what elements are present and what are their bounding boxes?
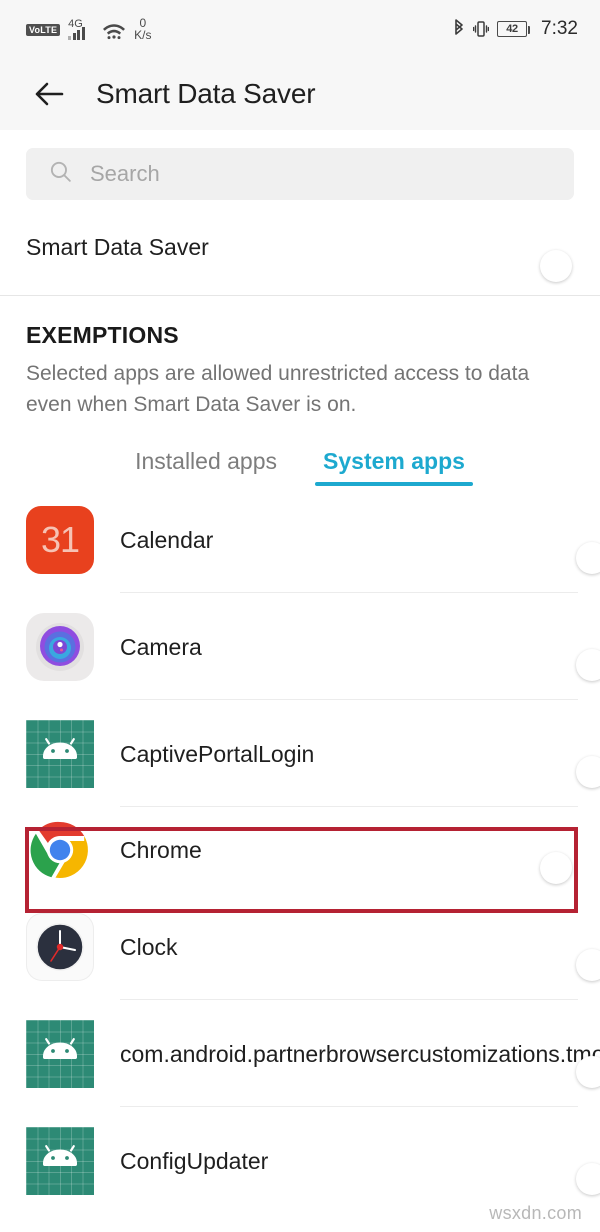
app-name: Chrome bbox=[120, 837, 202, 863]
vibrate-icon bbox=[472, 19, 490, 39]
list-item[interactable]: Camera bbox=[0, 593, 600, 700]
android-default-icon bbox=[26, 1019, 94, 1088]
network-speed-unit: K/s bbox=[134, 28, 152, 42]
search-placeholder: Search bbox=[90, 161, 160, 186]
calendar-icon: 31 bbox=[26, 505, 94, 574]
smart-data-saver-row[interactable]: Smart Data Saver bbox=[0, 200, 600, 296]
app-name: Clock bbox=[120, 933, 178, 960]
app-name: Calendar bbox=[120, 526, 214, 553]
calendar-icon-day: 31 bbox=[26, 505, 94, 574]
tab-system-apps[interactable]: System apps bbox=[315, 448, 473, 486]
list-item[interactable]: CaptivePortalLogin bbox=[0, 700, 600, 807]
network-speed-indicator: 0 K/s bbox=[134, 17, 151, 41]
app-list: 31 Calendar Camera CaptivePortalLogin Ch… bbox=[0, 486, 600, 1214]
page-title: Smart Data Saver bbox=[96, 77, 316, 109]
status-bar-clock: 7:32 bbox=[541, 17, 578, 39]
wifi-icon bbox=[102, 22, 126, 40]
android-default-icon bbox=[26, 1126, 94, 1195]
app-name: CaptivePortalLogin bbox=[120, 740, 315, 767]
back-arrow-icon[interactable] bbox=[28, 73, 70, 115]
exemptions-heading: EXEMPTIONS bbox=[26, 322, 179, 348]
app-source-tabs: Installed apps System apps bbox=[26, 448, 574, 486]
watermark: wsxdn.com bbox=[489, 1203, 582, 1223]
bluetooth-icon bbox=[453, 18, 465, 39]
list-item[interactable]: 31 Calendar bbox=[0, 486, 600, 593]
list-item[interactable]: ConfigUpdater bbox=[0, 1107, 600, 1214]
smart-data-saver-label: Smart Data Saver bbox=[26, 234, 209, 260]
chrome-icon bbox=[26, 816, 94, 884]
search-section: Search bbox=[0, 130, 600, 200]
battery-icon: 42 bbox=[497, 20, 531, 37]
exemptions-section: EXEMPTIONS Selected apps are allowed unr… bbox=[0, 296, 600, 486]
camera-icon bbox=[26, 612, 94, 681]
app-name: ConfigUpdater bbox=[120, 1147, 269, 1174]
battery-level-label: 42 bbox=[506, 22, 518, 35]
app-bar: Smart Data Saver bbox=[0, 57, 600, 130]
content-area: Search Smart Data Saver EXEMPTIONS Selec… bbox=[0, 130, 600, 1214]
status-bar-left: VoLTE 4G 0 K/s bbox=[26, 15, 152, 42]
app-name: Camera bbox=[120, 633, 202, 660]
status-bar: VoLTE 4G 0 K/s 42 7:32 bbox=[0, 0, 600, 57]
signal-bars-icon: 4G bbox=[68, 19, 94, 42]
search-input[interactable]: Search bbox=[26, 148, 574, 200]
exemptions-description: Selected apps are allowed unrestricted a… bbox=[26, 362, 530, 416]
list-item[interactable]: com.android.partnerbrowsercustomizations… bbox=[0, 1000, 600, 1107]
status-bar-right: 42 7:32 bbox=[453, 18, 578, 40]
app-name: com.android.partnerbrowsercustomizations… bbox=[120, 1040, 600, 1067]
volte-badge: VoLTE bbox=[26, 24, 61, 36]
list-item-chrome[interactable]: Chrome bbox=[0, 807, 600, 893]
list-item[interactable]: Clock bbox=[0, 893, 600, 1000]
clock-icon bbox=[26, 912, 94, 981]
tab-installed-apps[interactable]: Installed apps bbox=[127, 448, 285, 486]
phone-screen: VoLTE 4G 0 K/s 42 7:32 Smart Data Saver … bbox=[0, 0, 600, 1232]
android-default-icon bbox=[26, 719, 94, 788]
search-icon bbox=[48, 159, 73, 189]
